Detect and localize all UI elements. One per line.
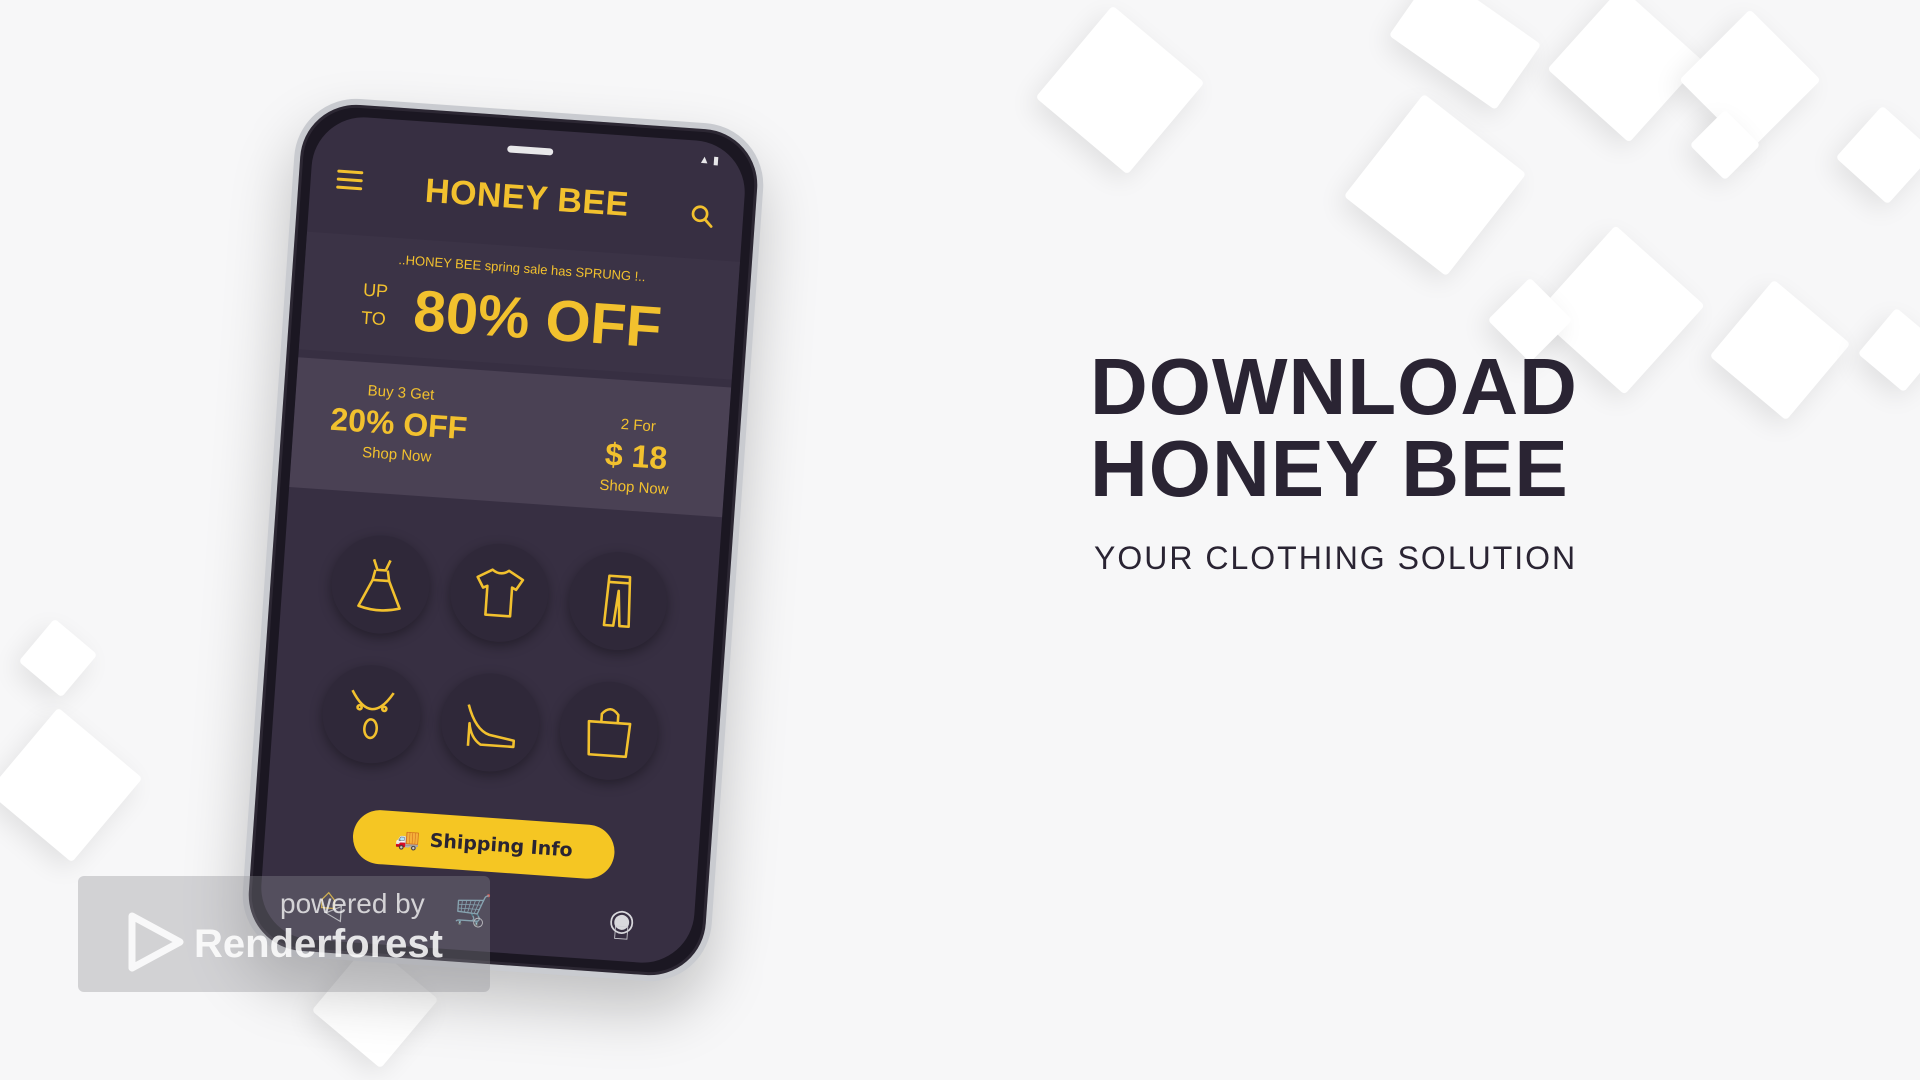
deal-card-right[interactable]: 2 For $ 18 Shop Now [584,414,689,500]
bg-tile [1343,93,1527,277]
shop-now-link[interactable]: Shop Now [584,476,685,500]
subtitle: YOUR CLOTHING SOLUTION [1094,540,1578,576]
phone-mockup: ▲ ▮ HONEY BEE ..HONEY BEE spring sale ha… [238,94,768,986]
shipping-info-label: Shipping Info [428,829,574,862]
bg-tile [18,618,98,698]
headline: DOWNLOAD HONEY BEE [1090,346,1578,510]
bg-tile [0,707,143,863]
promo-banner[interactable]: ..HONEY BEE spring sale has SPRUNG !.. U… [298,231,740,380]
phone-screen: ▲ ▮ HONEY BEE ..HONEY BEE spring sale ha… [257,113,749,967]
necklace-icon [351,689,395,740]
bg-tile [1835,105,1920,205]
watermark-powered-by: powered by [280,888,425,919]
search-icon[interactable] [688,202,716,230]
bg-tile [1035,5,1205,175]
bg-tile [1709,279,1851,421]
category-grid [308,532,681,784]
watermark-brand: Renderforest [194,922,443,966]
deals-section: Buy 3 Get 20% OFF Shop Now 2 For $ 18 Sh… [289,357,732,518]
phone-speaker [507,145,554,156]
deal-value: 20% OFF [329,400,469,447]
category-pants[interactable] [566,548,671,654]
promo-to: TO [360,307,387,330]
bag-icon [587,707,632,759]
promo-up-to: UP TO [360,276,389,334]
deal-card-left[interactable]: Buy 3 Get 20% OFF Shop Now [321,379,476,468]
shipping-info-button[interactable]: 🚚 Shipping Info [351,808,617,881]
deal-value: $ 18 [603,435,669,477]
bg-tile [1857,307,1920,393]
recents-icon[interactable]: □ [614,919,629,946]
category-dress[interactable] [327,532,433,637]
phone-frame: ▲ ▮ HONEY BEE ..HONEY BEE spring sale ha… [238,94,768,986]
promo-up: UP [362,279,389,302]
category-jewelry[interactable] [318,661,424,767]
bg-tile [1679,9,1821,151]
headline-line-2: HONEY BEE [1090,424,1569,513]
dress-icon [356,558,401,612]
bg-tile [1388,0,1542,111]
heels-icon [466,704,516,749]
status-bar: ▲ ▮ [698,153,720,168]
pants-icon [602,574,632,629]
category-tshirt[interactable] [446,540,552,646]
truck-icon: 🚚 [394,826,421,852]
category-bags[interactable] [556,678,662,784]
app-title: HONEY BEE [423,171,631,224]
deal-top: 2 For [620,415,657,436]
promo-headline: 80% OFF [411,278,664,361]
app-header: HONEY BEE [308,146,746,250]
headline-line-1: DOWNLOAD [1090,342,1578,431]
renderforest-watermark: powered by Renderforest [78,876,490,992]
bg-tile [1547,0,1703,143]
tshirt-icon [476,568,525,618]
play-logo-icon [128,912,184,972]
category-shoes[interactable] [437,670,543,775]
